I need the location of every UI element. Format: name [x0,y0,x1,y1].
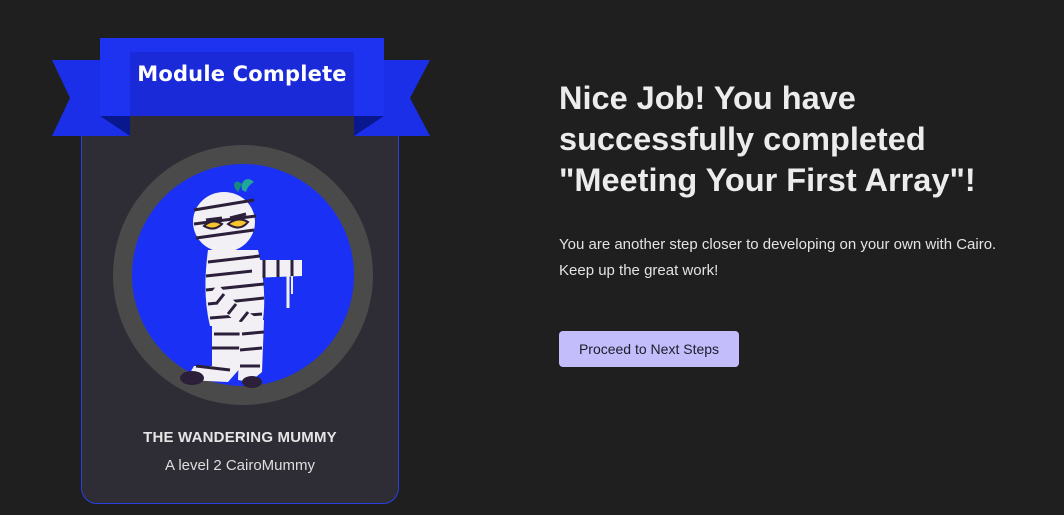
headline-line: successfully completed [559,121,926,157]
proceed-to-next-steps-button[interactable]: Proceed to Next Steps [559,331,739,367]
completion-screen: Module Complete THE WANDERING MUMMY A le… [0,0,1064,515]
ribbon-title: Module Complete [137,62,347,86]
completion-headline: Nice Job! You have successfully complete… [559,78,1039,201]
character-name: THE WANDERING MUMMY [143,429,337,446]
module-complete-ribbon: Module Complete [52,38,432,138]
completion-message: You are another step closer to developin… [559,232,1059,284]
mummy-character-icon [112,144,374,406]
headline-line: Nice Job! You have [559,80,856,116]
message-line: You are another step closer to developin… [559,236,997,253]
character-level: A level 2 CairoMummy [164,457,316,474]
message-line: Keep up the great work! [559,262,719,279]
headline-line: "Meeting Your First Array"! [559,162,976,198]
